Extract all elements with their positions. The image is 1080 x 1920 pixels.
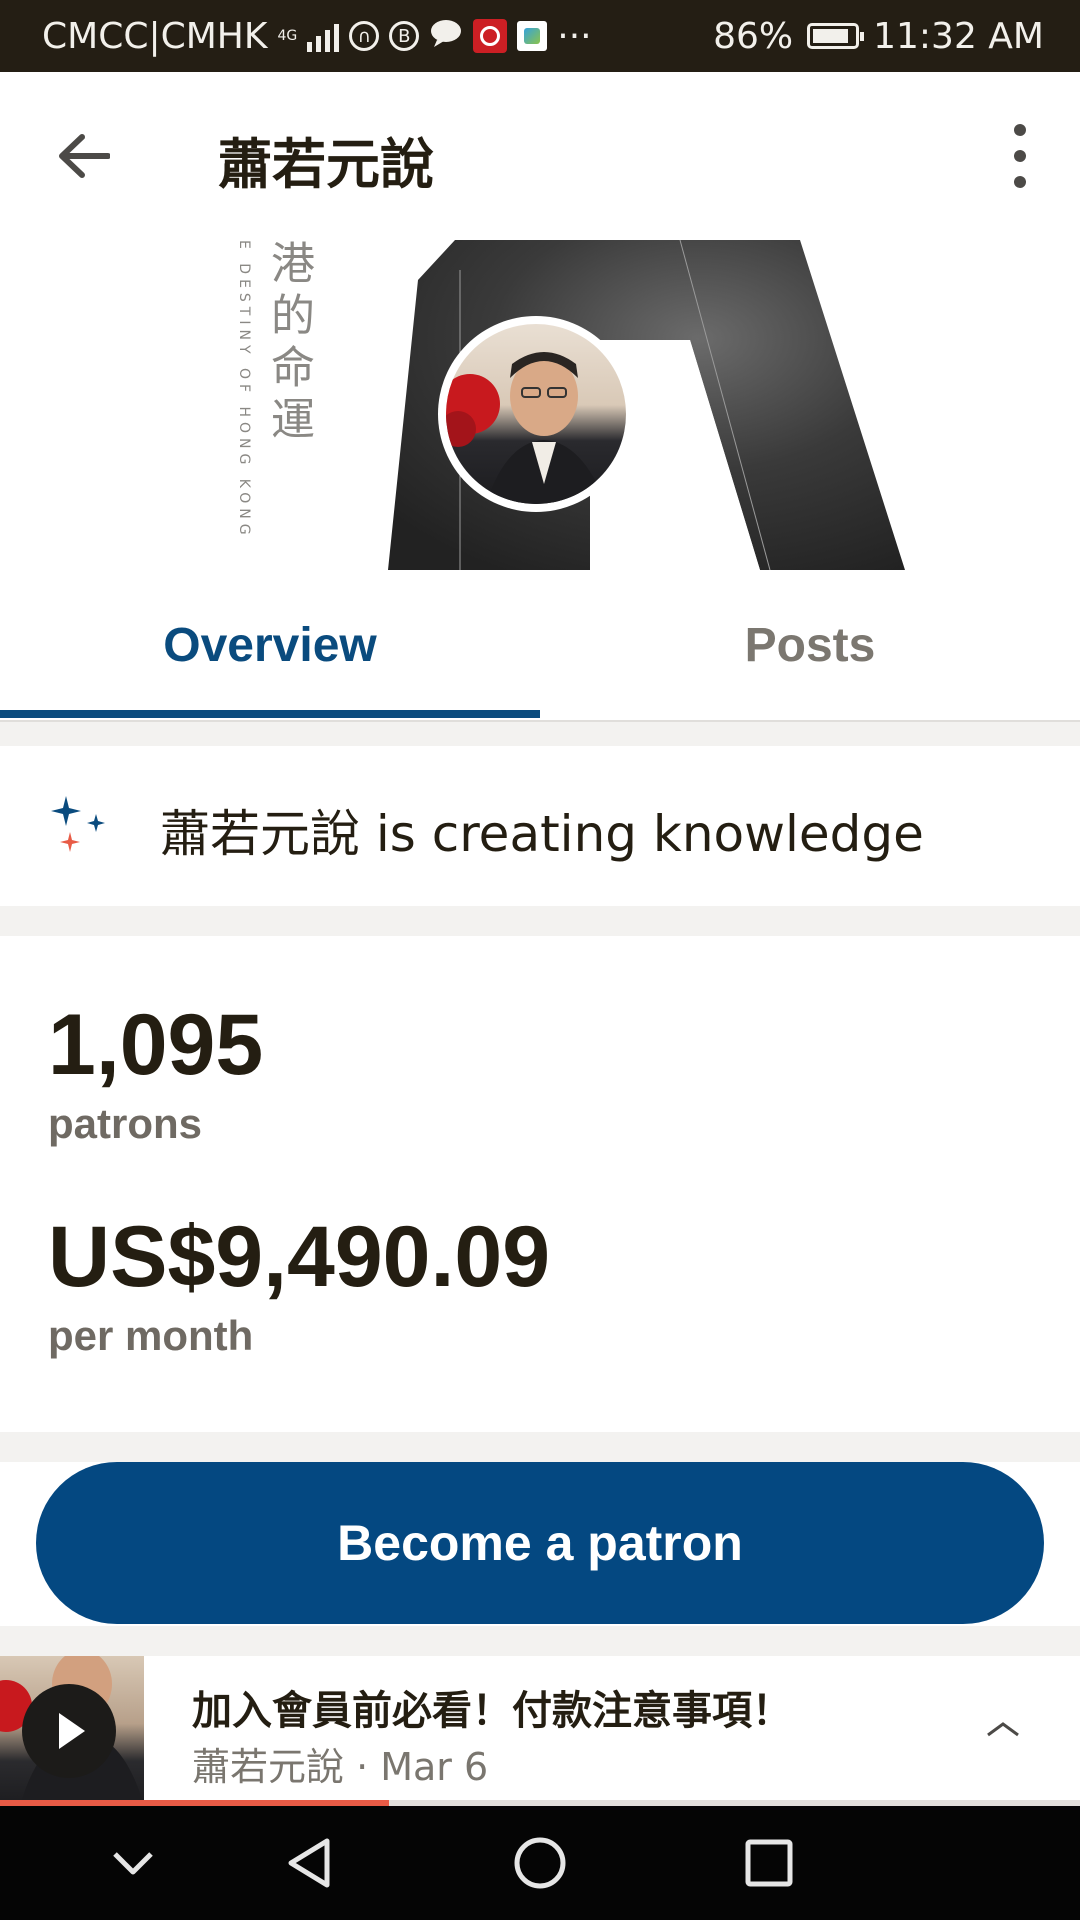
photo-app-icon <box>517 21 548 51</box>
more-vertical-icon[interactable] <box>1000 124 1040 188</box>
player-meta: 蕭若元說 · Mar 6 <box>192 1745 489 1789</box>
back-arrow-icon[interactable] <box>54 126 114 186</box>
tab-bar: Overview Posts <box>0 570 1080 722</box>
overflow-indicator: ··· <box>557 15 592 57</box>
cover-caption: E DESTINY OF HONG KONG 港的命運 <box>236 240 314 540</box>
become-patron-button[interactable]: Become a patron <box>36 1462 1044 1624</box>
status-left: CMCC|CMHK 4G ∩ B ··· <box>42 0 592 72</box>
b-icon: B <box>389 21 420 51</box>
active-tab-indicator <box>0 710 540 718</box>
player-thumbnail <box>0 1656 144 1806</box>
nav-home-icon[interactable] <box>505 1828 575 1898</box>
bank-app-icon <box>473 19 508 53</box>
app-bar: 蕭若元說 <box>0 72 1080 242</box>
avatar-photo <box>446 324 626 504</box>
play-icon[interactable] <box>22 1684 116 1778</box>
status-bar: CMCC|CMHK 4G ∩ B ··· 86% 11:32 AM <box>0 0 1080 72</box>
tab-overview[interactable]: Overview <box>0 570 540 720</box>
nav-back-icon[interactable] <box>274 1828 344 1898</box>
nav-down-icon[interactable] <box>98 1828 168 1898</box>
cta-section: Become a patron <box>0 1462 1080 1626</box>
player-title: 加入會員前必看！付款注意事項！ <box>192 1688 792 1734</box>
patrons-label: patrons <box>48 1100 203 1147</box>
chevron-up-icon[interactable] <box>978 1704 1028 1754</box>
stats-card: 1,095 patrons US$9,490.09 per month <box>0 936 1080 1432</box>
clock: 11:32 AM <box>873 15 1044 57</box>
patrons-count: 1,095 <box>48 997 264 1093</box>
network-type: 4G <box>277 28 298 44</box>
mini-player[interactable]: 加入會員前必看！付款注意事項！ 蕭若元說 · Mar 6 <box>0 1656 1080 1806</box>
battery-icon <box>807 23 865 49</box>
cover-banner: E DESTINY OF HONG KONG 港的命運 <box>0 240 1080 570</box>
carrier-label: CMCC|CMHK <box>42 15 268 57</box>
creator-avatar[interactable] <box>438 316 634 512</box>
chat-icon <box>429 16 463 57</box>
status-right: 86% 11:32 AM <box>713 0 1044 72</box>
signal-icon <box>307 20 340 52</box>
tab-posts[interactable]: Posts <box>540 570 1080 720</box>
battery-percent: 86% <box>713 15 794 57</box>
monthly-earnings: US$9,490.09 <box>48 1209 551 1305</box>
nav-recents-icon[interactable] <box>734 1828 804 1898</box>
page-title: 蕭若元說 <box>218 133 434 196</box>
sparkles-icon <box>48 794 112 858</box>
system-nav-bar <box>0 1806 1080 1920</box>
creating-card: 蕭若元說 is creating knowledge <box>0 746 1080 906</box>
creating-text: 蕭若元說 is creating knowledge <box>160 805 924 863</box>
headphones-icon: ∩ <box>349 21 380 51</box>
earnings-label: per month <box>48 1312 254 1359</box>
